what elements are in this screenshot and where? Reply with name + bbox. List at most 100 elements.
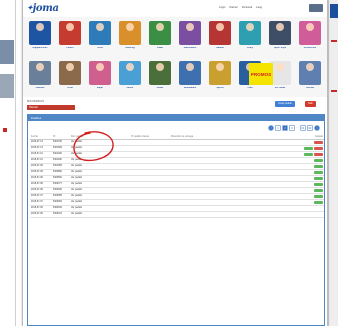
next-page-button[interactable]: > — [314, 125, 320, 131]
order-number: 5460014 — [52, 211, 70, 218]
category-image — [239, 21, 261, 45]
category-label: Basket — [216, 47, 224, 49]
category-label: Club — [247, 87, 253, 89]
top-link[interactable]: Lang — [256, 6, 262, 9]
category-image — [299, 61, 321, 85]
category-tile[interactable]: Textil — [55, 60, 85, 93]
category-tile[interactable]: Sport Style — [265, 20, 295, 53]
background-page-right — [328, 0, 338, 326]
category-tile[interactable]: Novedades — [175, 60, 205, 93]
background-page-left — [0, 0, 16, 326]
category-label: Novedades — [183, 87, 197, 89]
table-row[interactable]: 2015-07-06 5460014 Ver pedido — [30, 211, 324, 218]
orders-panel: Pedidos < 1 2 3 ... 01 02 > Fecha Nº Ref… — [27, 114, 325, 326]
page-button[interactable]: 02 — [307, 125, 313, 131]
category-label: Ofertas — [305, 87, 315, 89]
create-order-button[interactable]: Crear pedido — [275, 101, 295, 107]
category-image — [149, 61, 171, 85]
category-image — [59, 61, 81, 85]
background-strip — [331, 90, 337, 92]
category-label: Calzado — [35, 87, 45, 89]
page-button[interactable]: 1 — [275, 125, 281, 131]
category-label: Futbol — [66, 47, 74, 49]
joma-logo[interactable]: ✦joma — [27, 3, 59, 14]
view-order-link[interactable]: Ver pedido — [70, 211, 130, 218]
status-badge — [314, 177, 323, 180]
category-tile[interactable]: Balonmano — [175, 20, 205, 53]
status-badge — [314, 189, 323, 192]
order-date: 2015-07-06 — [30, 211, 52, 218]
top-link[interactable]: Partner — [229, 6, 238, 9]
category-tile[interactable]: Mujer — [85, 60, 115, 93]
category-tile[interactable]: Basket — [205, 20, 235, 53]
panel-title: Pedidos — [28, 115, 324, 121]
background-strip — [331, 40, 337, 42]
category-label: Outlet — [156, 87, 164, 89]
page-button[interactable]: 3 — [289, 125, 295, 131]
top-link[interactable]: Login — [219, 6, 225, 9]
pager-ellipsis: ... — [296, 125, 299, 131]
background-thumbnail — [0, 74, 14, 98]
category-image — [89, 61, 111, 85]
status-badge — [314, 153, 323, 156]
order-history-screenshot: ✦joma Login Partner Personal Lang Equipa… — [22, 0, 328, 326]
category-image — [269, 21, 291, 45]
category-tile[interactable]: Calzado — [25, 60, 55, 93]
category-label: Balonmano — [183, 47, 197, 49]
category-label: Accesorios — [303, 47, 317, 49]
top-link[interactable]: Personal — [242, 6, 252, 9]
category-tile[interactable]: Equipaciones — [25, 20, 55, 53]
status-badge — [304, 147, 313, 150]
client-order-number — [130, 211, 170, 218]
category-tile[interactable]: Voley — [235, 20, 265, 53]
category-image — [299, 21, 321, 45]
category-image — [59, 21, 81, 45]
category-image — [119, 21, 141, 45]
category-image — [179, 61, 201, 85]
category-tile[interactable]: Junior — [115, 60, 145, 93]
category-label: Sin Tallas — [274, 87, 286, 89]
category-label: Sport Style — [273, 47, 287, 49]
status-badge — [314, 165, 323, 168]
status-badge — [314, 147, 323, 150]
category-label: Equipaciones — [32, 47, 48, 49]
breadcrumb: MIS PEDIDOS — [27, 100, 45, 103]
category-label: Sports — [216, 87, 224, 89]
prev-page-button[interactable]: < — [268, 125, 274, 131]
category-tile[interactable]: Futbol — [55, 20, 85, 53]
delivery-address — [170, 211, 260, 218]
history-tab[interactable]: Historial — [27, 105, 75, 110]
background-marker — [3, 128, 7, 132]
category-tile[interactable]: Sports — [205, 60, 235, 93]
status-badge — [314, 195, 323, 198]
background-tab — [330, 4, 338, 18]
logout-button[interactable]: Salir — [305, 101, 316, 107]
page-button-current[interactable]: 2 — [282, 125, 288, 131]
category-tile[interactable]: Tenis — [85, 20, 115, 53]
category-tile[interactable]: Accesorios — [295, 20, 325, 53]
category-tile[interactable]: Running — [115, 20, 145, 53]
category-tile[interactable]: Ofertas — [295, 60, 325, 93]
category-label: Voley — [247, 47, 253, 49]
orders-table: Fecha Nº Ref. pedido Nº pedido cliente D… — [30, 135, 324, 218]
status-badge — [314, 171, 323, 174]
order-status — [260, 211, 324, 218]
status-badge — [314, 183, 323, 186]
category-tile[interactable]: Outlet — [145, 60, 175, 93]
category-label: Junior — [126, 87, 134, 89]
category-tile[interactable]: Padel — [145, 20, 175, 53]
status-badge — [314, 159, 323, 162]
promos-banner[interactable]: PROMOS — [249, 63, 273, 85]
category-label: Mujer — [96, 87, 104, 89]
language-flag-icon[interactable] — [309, 4, 323, 12]
pagination: < 1 2 3 ... 01 02 > — [268, 125, 320, 131]
category-image — [119, 61, 141, 85]
top-links: Login Partner Personal Lang — [219, 6, 262, 9]
category-image — [209, 21, 231, 45]
category-image — [29, 61, 51, 85]
status-badge — [314, 141, 323, 144]
background-thumbnail — [0, 40, 14, 64]
status-badge — [304, 153, 313, 156]
top-bar: ✦joma Login Partner Personal Lang — [23, 0, 327, 17]
page-button[interactable]: 01 — [300, 125, 306, 131]
